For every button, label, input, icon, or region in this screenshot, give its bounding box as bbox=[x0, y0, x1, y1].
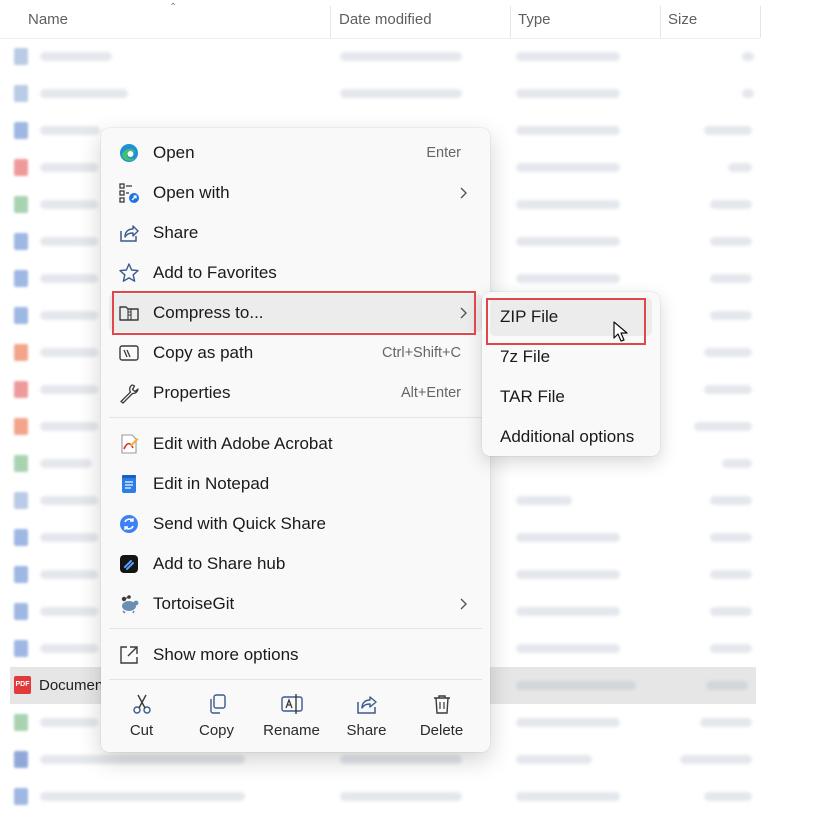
share-icon bbox=[120, 225, 139, 242]
file-icon bbox=[14, 307, 28, 324]
tortoisegit-icon bbox=[121, 595, 139, 614]
rename-icon bbox=[281, 694, 303, 714]
file-icon bbox=[14, 640, 28, 657]
file-icon bbox=[14, 233, 28, 250]
star-icon bbox=[119, 263, 139, 282]
share-icon bbox=[357, 696, 377, 714]
file-icon bbox=[14, 455, 28, 472]
column-separator[interactable] bbox=[760, 6, 761, 38]
menu-divider bbox=[109, 417, 482, 418]
file-icon bbox=[14, 603, 28, 620]
menu-item-edit-in-notepad[interactable]: Edit in Notepad bbox=[109, 465, 482, 503]
file-icon bbox=[14, 48, 28, 65]
share-hub-icon bbox=[120, 555, 138, 573]
zip-folder-icon bbox=[119, 306, 139, 321]
menu-item-share[interactable]: Share bbox=[109, 214, 482, 252]
menu-divider bbox=[109, 679, 482, 680]
menu-item-copy-as-path[interactable]: Copy as path Ctrl+Shift+C bbox=[109, 334, 482, 372]
menu-item-send-with-quick-share[interactable]: Send with Quick Share bbox=[109, 505, 482, 543]
file-icon bbox=[14, 270, 28, 287]
mouse-cursor-icon bbox=[613, 321, 628, 342]
pdf-file-icon: PDF bbox=[14, 676, 31, 694]
notepad-icon bbox=[122, 475, 136, 493]
path-icon bbox=[119, 345, 139, 361]
chevron-right-icon bbox=[460, 187, 467, 199]
scissors-icon bbox=[133, 694, 151, 714]
submenu-item-additional-options[interactable]: Additional options bbox=[490, 418, 652, 456]
menu-item-add-to-share-hub[interactable]: Add to Share hub bbox=[109, 545, 482, 583]
column-type[interactable]: Type bbox=[518, 0, 551, 38]
file-icon bbox=[14, 751, 28, 768]
menu-item-open-with[interactable]: Open with bbox=[109, 174, 482, 212]
file-row[interactable] bbox=[0, 75, 760, 112]
chevron-right-icon bbox=[460, 307, 467, 319]
rename-button[interactable]: Rename bbox=[254, 686, 329, 748]
quick-share-icon bbox=[120, 515, 138, 533]
file-icon bbox=[14, 381, 28, 398]
sort-ascending-icon: ⌃ bbox=[169, 2, 178, 13]
menu-item-open[interactable]: Open Enter bbox=[109, 134, 482, 172]
file-icon bbox=[14, 492, 28, 509]
file-icon bbox=[14, 159, 28, 176]
open-with-icon bbox=[119, 183, 139, 203]
column-name[interactable]: Name bbox=[28, 0, 68, 38]
column-header: Name ⌃ Date modified Type Size bbox=[0, 0, 761, 39]
submenu-item-7z-file[interactable]: 7z File bbox=[490, 338, 652, 376]
file-icon bbox=[14, 529, 28, 546]
chevron-right-icon bbox=[460, 598, 467, 610]
file-icon bbox=[14, 788, 28, 805]
file-icon bbox=[14, 85, 28, 102]
wrench-icon bbox=[120, 384, 139, 404]
compress-submenu: ZIP File 7z File TAR File Additional opt… bbox=[482, 292, 660, 456]
acrobat-icon bbox=[121, 434, 139, 454]
edge-icon bbox=[120, 144, 138, 162]
context-menu: Open Enter Open with Share Add to Favori… bbox=[101, 128, 490, 752]
menu-item-show-more-options[interactable]: Show more options bbox=[109, 636, 482, 674]
copy-icon bbox=[210, 694, 226, 714]
menu-item-properties[interactable]: Properties Alt+Enter bbox=[109, 374, 482, 412]
cut-button[interactable]: Cut bbox=[104, 686, 179, 748]
column-separator[interactable] bbox=[510, 6, 511, 38]
file-row[interactable] bbox=[0, 38, 760, 75]
quick-actions-bar: Cut Copy Rename Share Delete bbox=[101, 686, 490, 752]
menu-item-compress-to[interactable]: Compress to... bbox=[109, 294, 482, 332]
file-row[interactable] bbox=[0, 778, 760, 815]
file-name: Documen bbox=[39, 677, 104, 694]
file-icon bbox=[14, 418, 28, 435]
file-icon bbox=[14, 566, 28, 583]
menu-divider bbox=[109, 628, 482, 629]
column-separator[interactable] bbox=[660, 6, 661, 38]
submenu-item-tar-file[interactable]: TAR File bbox=[490, 378, 652, 416]
menu-item-edit-with-adobe-acrobat[interactable]: Edit with Adobe Acrobat bbox=[109, 425, 482, 463]
copy-button[interactable]: Copy bbox=[179, 686, 254, 748]
file-icon bbox=[14, 714, 28, 731]
delete-button[interactable]: Delete bbox=[404, 686, 479, 748]
column-size[interactable]: Size bbox=[668, 0, 697, 38]
file-icon bbox=[14, 196, 28, 213]
menu-item-add-to-favorites[interactable]: Add to Favorites bbox=[109, 254, 482, 292]
share-button[interactable]: Share bbox=[329, 686, 404, 748]
column-date-modified[interactable]: Date modified bbox=[339, 0, 432, 38]
file-icon bbox=[14, 344, 28, 361]
file-icon bbox=[14, 122, 28, 139]
column-separator[interactable] bbox=[330, 6, 331, 38]
menu-item-tortoisegit[interactable]: TortoiseGit bbox=[109, 585, 482, 623]
show-more-icon bbox=[120, 646, 138, 664]
trash-icon bbox=[434, 695, 450, 714]
